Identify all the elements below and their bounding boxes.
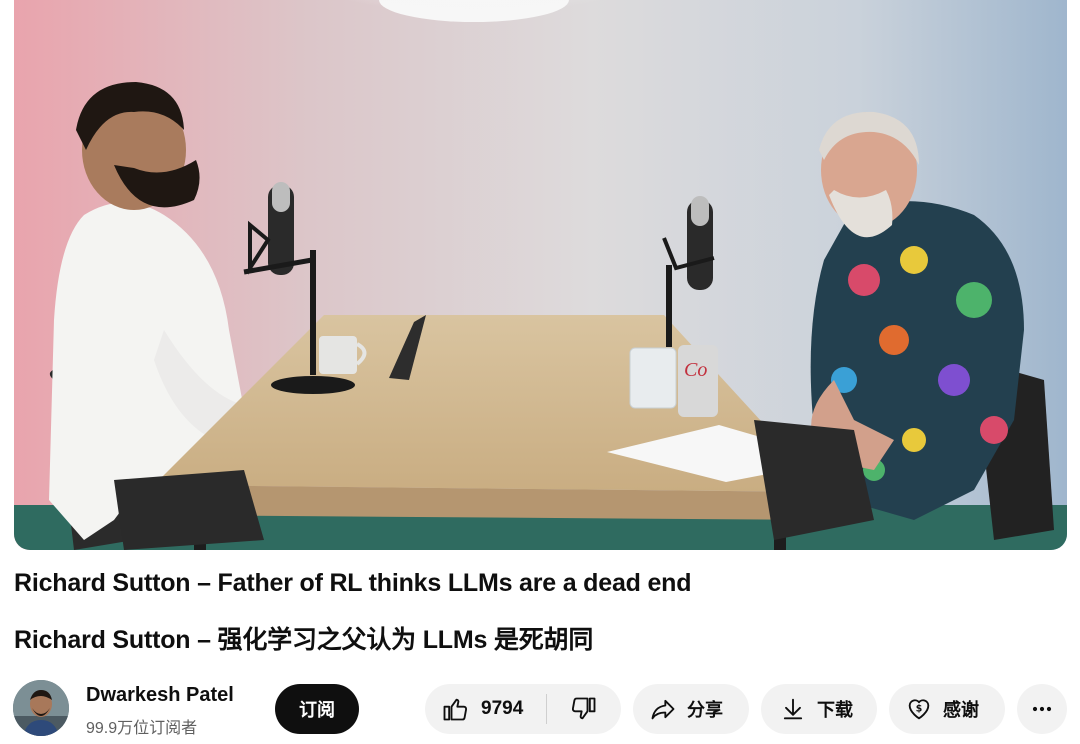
channel-name[interactable]: Dwarkesh Patel [86, 684, 234, 707]
soda-can [678, 345, 718, 417]
share-label: 分享 [687, 700, 723, 721]
dislike-button[interactable] [547, 684, 621, 734]
video-player[interactable]: Co [14, 0, 1067, 550]
share-arrow-icon [651, 699, 675, 720]
avatar-image [13, 680, 69, 736]
download-arrow-icon [783, 698, 803, 720]
more-actions-button[interactable] [1017, 684, 1067, 734]
video-title: Richard Sutton – Father of RL thinks LLM… [14, 569, 692, 597]
thumbs-down-icon [571, 697, 596, 720]
thanks-label: 感谢 [943, 700, 979, 721]
subscribe-button[interactable]: 订阅 [275, 684, 359, 734]
thanks-button[interactable]: $ 感谢 [889, 684, 1005, 734]
channel-avatar[interactable] [13, 680, 69, 736]
download-label: 下载 [817, 700, 853, 721]
heart-dollar-icon: $ [908, 699, 930, 720]
more-horizontal-icon [1032, 706, 1052, 712]
thumbs-up-icon [443, 698, 468, 721]
like-dislike-group: 9794 [425, 684, 621, 734]
video-title-translated: Richard Sutton – 强化学习之父认为 LLMs 是死胡同 [14, 626, 594, 654]
download-button[interactable]: 下载 [761, 684, 877, 734]
video-frame-illustration: Co [14, 0, 1067, 550]
video-watch-page: Co Richard Sutton – Father of RL thinks … [0, 0, 1080, 744]
like-button[interactable]: 9794 [425, 684, 546, 734]
subscriber-count: 99.9万位订阅者 [86, 720, 198, 737]
share-button[interactable]: 分享 [633, 684, 749, 734]
like-count: 9794 [481, 698, 524, 719]
soda-can-label: Co [684, 359, 707, 381]
svg-text:$: $ [916, 703, 923, 714]
